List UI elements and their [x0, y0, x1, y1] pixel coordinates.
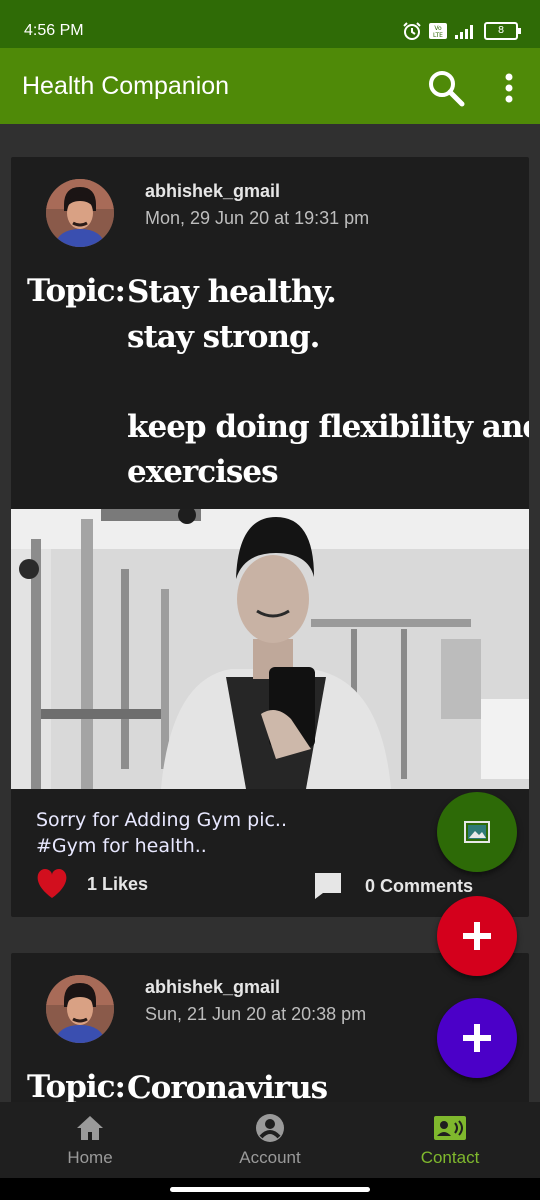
more-vert-icon: [505, 73, 513, 103]
plus-icon: [463, 922, 491, 950]
nav-label: Account: [239, 1148, 301, 1167]
gym-photo: [11, 509, 529, 789]
gallery-fab[interactable]: [437, 792, 517, 872]
post-timestamp: Sun, 21 Jun 20 at 20:38 pm: [145, 1004, 367, 1024]
app-title: Health Companion: [22, 72, 230, 100]
post-username[interactable]: abhishek_gmail: [145, 977, 280, 998]
signal-icon: [455, 25, 473, 39]
image-icon: [464, 821, 490, 843]
contact-card-icon: [434, 1116, 466, 1140]
nav-item-home[interactable]: Home: [0, 1102, 180, 1178]
post-image[interactable]: [11, 509, 529, 789]
comment-icon: [315, 873, 341, 899]
post-username[interactable]: abhishek_gmail: [145, 181, 280, 202]
gesture-bar: [0, 1178, 540, 1200]
avatar-image: [46, 975, 114, 1043]
nav-label: Home: [67, 1148, 113, 1167]
nav-label: Contact: [420, 1148, 480, 1167]
home-icon: [77, 1116, 103, 1140]
heart-icon: [37, 869, 67, 898]
topic-label: Topic:: [27, 1069, 126, 1105]
search-button[interactable]: [426, 68, 466, 108]
comments-button[interactable]: 0 Comments: [313, 871, 473, 901]
plus-icon: [463, 1024, 491, 1052]
comments-count: 0 Comments: [365, 875, 474, 896]
bottom-navigation: Home Account Contact: [0, 1102, 540, 1178]
avatar[interactable]: [46, 179, 114, 247]
add-fab[interactable]: [437, 998, 517, 1078]
more-options-button[interactable]: [494, 70, 524, 106]
topic-label: Topic:: [27, 273, 126, 309]
avatar-image: [46, 179, 114, 247]
search-icon: [429, 71, 465, 107]
volte-icon: VoLTE: [429, 23, 447, 39]
status-time: 4:56 PM: [24, 22, 84, 39]
nav-item-contact[interactable]: Contact: [360, 1102, 540, 1178]
app-bar: Health Companion: [0, 48, 540, 124]
avatar[interactable]: [46, 975, 114, 1043]
svg-text:LTE: LTE: [433, 32, 443, 39]
nav-item-account[interactable]: Account: [180, 1102, 360, 1178]
add-post-fab[interactable]: [437, 896, 517, 976]
like-button[interactable]: 1 Likes: [35, 869, 148, 899]
account-circle-icon: [256, 1114, 284, 1142]
status-bar: 4:56 PM Vo LTE 8: [0, 0, 540, 48]
svg-text:Vo: Vo: [434, 25, 442, 32]
post-caption: Sorry for Adding Gym pic.. #Gym for heal…: [36, 809, 288, 857]
post-timestamp: Mon, 29 Jun 20 at 19:31 pm: [145, 208, 370, 228]
likes-count: 1 Likes: [87, 873, 149, 894]
battery-icon: 8: [484, 22, 521, 40]
status-icons: Vo LTE 8: [402, 21, 521, 41]
alarm-icon: [403, 22, 421, 40]
home-indicator[interactable]: [170, 1187, 370, 1192]
topic-text: Stay healthy. stay strong. keep doing fl…: [127, 274, 529, 490]
